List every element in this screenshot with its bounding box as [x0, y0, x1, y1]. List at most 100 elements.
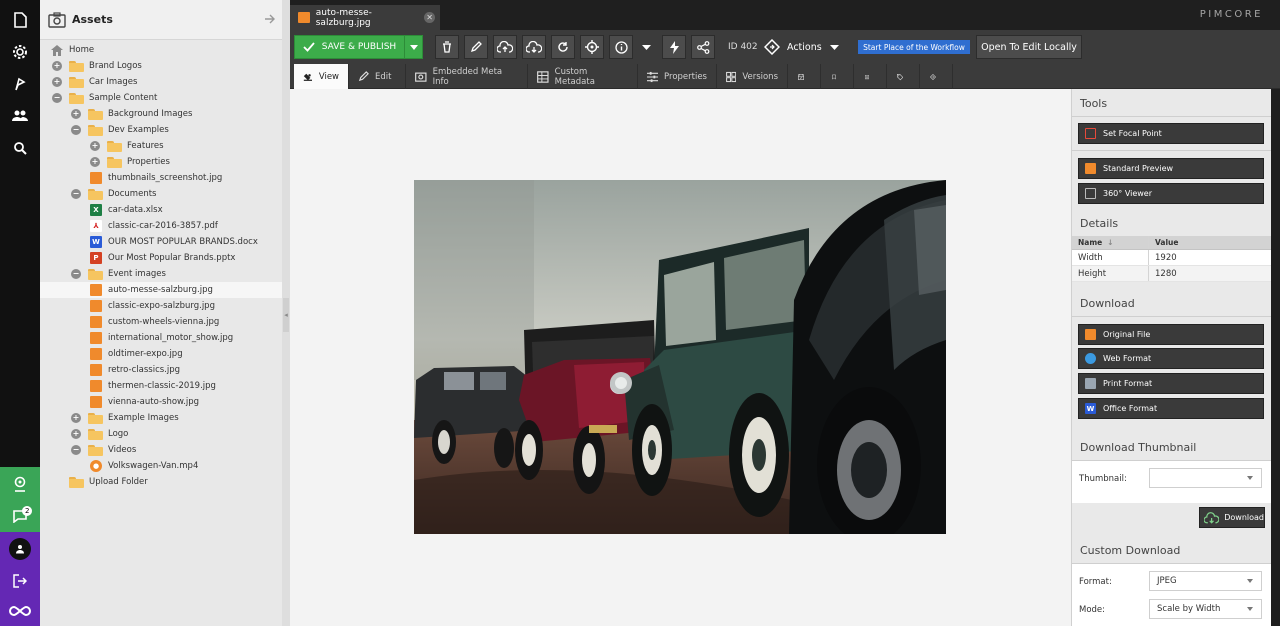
tree-file-item[interactable]: international_motor_show.jpg — [40, 330, 282, 346]
collapse-icon[interactable]: − — [71, 125, 81, 135]
save-publish-button[interactable]: SAVE & PUBLISH — [294, 35, 405, 59]
delete-button[interactable] — [435, 35, 459, 59]
tree-file-item[interactable]: thermen-classic-2019.jpg — [40, 378, 282, 394]
tree-folder-item[interactable]: Upload Folder — [40, 474, 282, 490]
open-to-edit-locally-button[interactable]: Open To Edit Locally — [976, 35, 1082, 59]
users-icon[interactable] — [0, 100, 40, 132]
name-column-header[interactable]: Name ↓ — [1072, 236, 1149, 249]
tree-folder-item[interactable]: + Features — [40, 138, 282, 154]
tab-custom-metadata[interactable]: Custom Metadata — [528, 64, 638, 89]
share-button[interactable] — [691, 35, 715, 59]
set-focal-point-button[interactable]: Set Focal Point — [1078, 123, 1264, 144]
file-menu-icon[interactable] — [0, 4, 40, 36]
rename-button[interactable] — [464, 35, 488, 59]
tree-item-label: car-data.xlsx — [108, 205, 163, 215]
expand-icon[interactable]: + — [90, 141, 100, 151]
reload-button[interactable] — [551, 35, 575, 59]
tab-view[interactable]: View — [294, 64, 349, 89]
datahub-icon[interactable] — [0, 467, 40, 500]
tree-folder-item[interactable]: + Example Images — [40, 410, 282, 426]
collapse-icon[interactable]: − — [71, 269, 81, 279]
original-file-button[interactable]: Original File — [1078, 324, 1264, 345]
tree-folder-item[interactable]: + Car Images — [40, 74, 282, 90]
mode-select[interactable]: Scale by Width — [1149, 599, 1262, 619]
tab-tags[interactable] — [887, 64, 920, 89]
pimcore-infinity-logo-icon[interactable] — [0, 596, 40, 626]
tree-file-item[interactable]: thumbnails_screenshot.jpg — [40, 170, 282, 186]
web-format-button[interactable]: Web Format — [1078, 348, 1264, 369]
tree-file-item[interactable]: W OUR MOST POPULAR BRANDS.docx — [40, 234, 282, 250]
tree-file-item[interactable]: retro-classics.jpg — [40, 362, 282, 378]
close-tab-icon[interactable]: ✕ — [424, 12, 435, 23]
asset-tree-title: Assets — [72, 13, 113, 26]
search-icon[interactable] — [0, 132, 40, 164]
expand-icon[interactable]: + — [52, 61, 62, 71]
360-viewer-button[interactable]: 360° Viewer — [1078, 183, 1264, 204]
settings-gear-icon[interactable] — [0, 36, 40, 68]
tree-folder-item[interactable]: + Brand Logos — [40, 58, 282, 74]
tree-file-item[interactable]: P Our Most Popular Brands.pptx — [40, 250, 282, 266]
tab-auto-messe-salzburg[interactable]: auto-messe-salzburg.jpg ✕ — [290, 5, 440, 30]
tree-file-item[interactable]: classic-expo-salzburg.jpg — [40, 298, 282, 314]
clear-thumbnails-button[interactable] — [662, 35, 686, 59]
notifications-icon[interactable]: 2 — [0, 500, 40, 532]
tree-file-item[interactable]: ⅄ classic-car-2016-3857.pdf — [40, 218, 282, 234]
collapse-icon[interactable]: − — [52, 93, 62, 103]
tree-folder-item[interactable]: − Videos — [40, 442, 282, 458]
value-column-header[interactable]: Value — [1149, 236, 1272, 249]
tree-item-label: custom-wheels-vienna.jpg — [108, 317, 220, 327]
expand-icon[interactable]: + — [71, 413, 81, 423]
collapse-icon[interactable]: − — [71, 445, 81, 455]
logout-icon[interactable] — [0, 566, 40, 596]
collapse-icon[interactable]: − — [71, 189, 81, 199]
save-publish-label: SAVE & PUBLISH — [321, 42, 397, 52]
info-button[interactable] — [609, 35, 633, 59]
print-format-button[interactable]: Print Format — [1078, 373, 1264, 394]
tree-folder-item[interactable]: + Logo — [40, 426, 282, 442]
download-thumbnail-button[interactable]: Download — [1199, 507, 1265, 528]
save-options-dropdown[interactable] — [404, 35, 423, 59]
tab-embedded-meta-info[interactable]: Embedded Meta Info — [406, 64, 528, 89]
image-file-icon — [90, 332, 102, 344]
tree-file-item[interactable]: ● Volkswagen-Van.mp4 — [40, 458, 282, 474]
standard-preview-button[interactable]: Standard Preview — [1078, 158, 1264, 179]
tree-folder-item[interactable]: − Documents — [40, 186, 282, 202]
more-options-dropdown[interactable] — [635, 35, 657, 59]
tree-file-item[interactable]: auto-messe-salzburg.jpg — [40, 282, 282, 298]
download-button[interactable] — [522, 35, 546, 59]
upload-new-version-button[interactable] — [493, 35, 517, 59]
format-select[interactable]: JPEG — [1149, 571, 1262, 591]
tree-folder-item[interactable]: + Background Images — [40, 106, 282, 122]
tab-edit[interactable]: Edit — [349, 64, 406, 89]
tree-home-item[interactable]: Home — [40, 42, 282, 58]
tree-folder-item[interactable]: − Sample Content — [40, 90, 282, 106]
expand-icon[interactable]: + — [71, 429, 81, 439]
marketing-icon[interactable] — [0, 68, 40, 100]
show-in-tree-button[interactable] — [580, 35, 604, 59]
tree-folder-item[interactable]: − Dev Examples — [40, 122, 282, 138]
collapse-handle-icon[interactable]: ◂ — [283, 298, 289, 332]
thumbnail-select[interactable] — [1149, 468, 1262, 488]
tree-file-item[interactable]: vienna-auto-show.jpg — [40, 394, 282, 410]
tab-schedule[interactable] — [788, 64, 821, 89]
expand-icon[interactable]: + — [52, 77, 62, 87]
user-profile-button[interactable] — [0, 532, 40, 566]
tab-properties[interactable]: Properties — [638, 64, 717, 89]
tree-file-item[interactable]: Xcar-data.xlsx — [40, 202, 282, 218]
tree-folder-item[interactable]: + Properties — [40, 154, 282, 170]
tab-bookmarks[interactable] — [821, 64, 854, 89]
collapse-arrow-icon[interactable] — [264, 13, 276, 25]
tab-notes[interactable] — [854, 64, 887, 89]
panel-scrollbar[interactable] — [1271, 89, 1280, 626]
expand-icon[interactable]: + — [71, 109, 81, 119]
tab-versions[interactable]: Versions — [717, 64, 788, 89]
tree-folder-item[interactable]: − Event images — [40, 266, 282, 282]
tree-file-item[interactable]: oldtimer-expo.jpg — [40, 346, 282, 362]
actions-menu-button[interactable]: Actions — [764, 35, 848, 59]
tree-file-item[interactable]: custom-wheels-vienna.jpg — [40, 314, 282, 330]
image-file-icon — [90, 172, 102, 184]
tab-workflow[interactable] — [920, 64, 953, 89]
expand-icon[interactable]: + — [90, 157, 100, 167]
office-format-button[interactable]: W Office Format — [1078, 398, 1264, 419]
panel-splitter[interactable]: ◂ — [282, 0, 290, 626]
